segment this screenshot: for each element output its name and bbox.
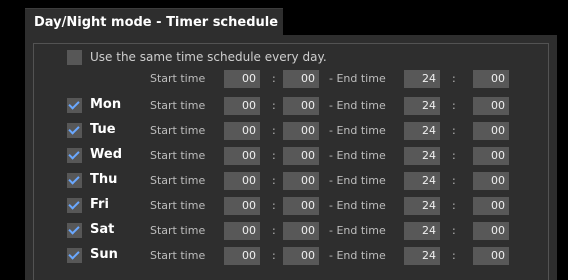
start-time-label: Start time xyxy=(150,224,206,237)
start-time-label: Start time xyxy=(150,249,206,262)
start-time-label: Start time xyxy=(150,124,206,137)
colon-separator: : xyxy=(272,72,276,85)
end-hour-field[interactable]: 24 xyxy=(404,97,440,115)
colon-separator: : xyxy=(452,199,456,212)
colon-separator: : xyxy=(272,124,276,137)
end-time-label: - End time xyxy=(329,99,386,112)
end-hour-field[interactable]: 24 xyxy=(404,147,440,165)
start-minute-field[interactable]: 00 xyxy=(283,247,319,265)
colon-separator: : xyxy=(272,224,276,237)
colon-separator: : xyxy=(452,174,456,187)
end-minute-field[interactable]: 00 xyxy=(473,172,509,190)
colon-separator: : xyxy=(452,249,456,262)
start-hour-field[interactable]: 00 xyxy=(224,172,260,190)
day-checkbox-fri[interactable] xyxy=(67,198,82,213)
start-hour-field[interactable]: 00 xyxy=(224,147,260,165)
day-row-mon: Mon Start time 00:00- End time 24:00 xyxy=(34,97,564,115)
end-minute-field[interactable]: 00 xyxy=(473,197,509,215)
colon-separator: : xyxy=(452,72,456,85)
day-row-thu: Thu Start time 00:00- End time 24:00 xyxy=(34,172,564,190)
start-time-label: Start time xyxy=(150,174,206,187)
start-minute-field[interactable]: 00 xyxy=(283,222,319,240)
start-time-label: Start time xyxy=(150,199,206,212)
start-hour-field[interactable]: 00 xyxy=(224,197,260,215)
colon-separator: : xyxy=(272,174,276,187)
start-minute-field[interactable]: 00 xyxy=(283,172,319,190)
start-time-label: Start time xyxy=(150,149,206,162)
end-minute-field[interactable]: 00 xyxy=(473,222,509,240)
day-row-sun: Sun Start time 00:00- End time 24:00 xyxy=(34,247,564,265)
end-hour-field[interactable]: 24 xyxy=(404,222,440,240)
end-time-label: - End time xyxy=(329,174,386,187)
end-time-label: - End time xyxy=(329,124,386,137)
start-hour-field[interactable]: 00 xyxy=(224,122,260,140)
day-label: Sun xyxy=(90,247,118,262)
day-checkbox-tue[interactable] xyxy=(67,123,82,138)
colon-separator: : xyxy=(272,249,276,262)
day-label: Sat xyxy=(90,222,115,237)
start-minute-field[interactable]: 00 xyxy=(283,122,319,140)
day-label: Mon xyxy=(90,97,122,112)
colon-separator: : xyxy=(452,124,456,137)
day-label: Fri xyxy=(90,197,109,212)
start-minute-field[interactable]: 00 xyxy=(283,97,319,115)
colon-separator: : xyxy=(272,199,276,212)
end-minute-field[interactable]: 00 xyxy=(473,247,509,265)
start-time-label: Start time xyxy=(150,72,206,85)
colon-separator: : xyxy=(272,99,276,112)
start-minute-field[interactable]: 00 xyxy=(283,70,319,88)
day-checkbox-sun[interactable] xyxy=(67,248,82,263)
day-label: Wed xyxy=(90,147,122,162)
start-hour-field[interactable]: 00 xyxy=(224,247,260,265)
end-minute-field[interactable]: 00 xyxy=(473,122,509,140)
tab-timer-schedule[interactable]: Day/Night mode - Timer schedule xyxy=(25,8,283,35)
day-row-tue: Tue Start time 00:00- End time 24:00 xyxy=(34,122,564,140)
day-row-sat: Sat Start time 00:00- End time 24:00 xyxy=(34,222,564,240)
day-checkbox-wed[interactable] xyxy=(67,148,82,163)
start-time-label: Start time xyxy=(150,99,206,112)
start-minute-field[interactable]: 00 xyxy=(283,197,319,215)
same-schedule-row: Use the same time schedule every day. xyxy=(34,49,564,67)
end-hour-field[interactable]: 24 xyxy=(404,122,440,140)
day-checkbox-thu[interactable] xyxy=(67,173,82,188)
same-schedule-label: Use the same time schedule every day. xyxy=(90,50,327,64)
end-hour-field[interactable]: 24 xyxy=(404,70,440,88)
day-row-fri: Fri Start time 00:00- End time 24:00 xyxy=(34,197,564,215)
day-row-wed: Wed Start time 00:00- End time 24:00 xyxy=(34,147,564,165)
common-time-row: Start time 00 : 00 - End time 24 : 00 xyxy=(34,70,564,88)
colon-separator: : xyxy=(452,99,456,112)
day-checkbox-mon[interactable] xyxy=(67,98,82,113)
schedule-frame: Use the same time schedule every day. St… xyxy=(33,43,549,280)
end-time-label: - End time xyxy=(329,149,386,162)
end-time-label: - End time xyxy=(329,224,386,237)
end-minute-field[interactable]: 00 xyxy=(473,70,509,88)
colon-separator: : xyxy=(452,149,456,162)
start-hour-field[interactable]: 00 xyxy=(224,70,260,88)
end-minute-field[interactable]: 00 xyxy=(473,97,509,115)
day-label: Thu xyxy=(90,172,118,187)
colon-separator: : xyxy=(452,224,456,237)
same-schedule-checkbox[interactable] xyxy=(67,50,82,65)
end-hour-field[interactable]: 24 xyxy=(404,247,440,265)
start-hour-field[interactable]: 00 xyxy=(224,97,260,115)
colon-separator: : xyxy=(272,149,276,162)
end-time-label: - End time xyxy=(329,199,386,212)
day-checkbox-sat[interactable] xyxy=(67,223,82,238)
end-hour-field[interactable]: 24 xyxy=(404,197,440,215)
timer-schedule-panel: Use the same time schedule every day. St… xyxy=(25,35,557,280)
end-minute-field[interactable]: 00 xyxy=(473,147,509,165)
end-time-label: - End time xyxy=(329,72,386,85)
start-hour-field[interactable]: 00 xyxy=(224,222,260,240)
day-label: Tue xyxy=(90,122,116,137)
end-hour-field[interactable]: 24 xyxy=(404,172,440,190)
start-minute-field[interactable]: 00 xyxy=(283,147,319,165)
end-time-label: - End time xyxy=(329,249,386,262)
